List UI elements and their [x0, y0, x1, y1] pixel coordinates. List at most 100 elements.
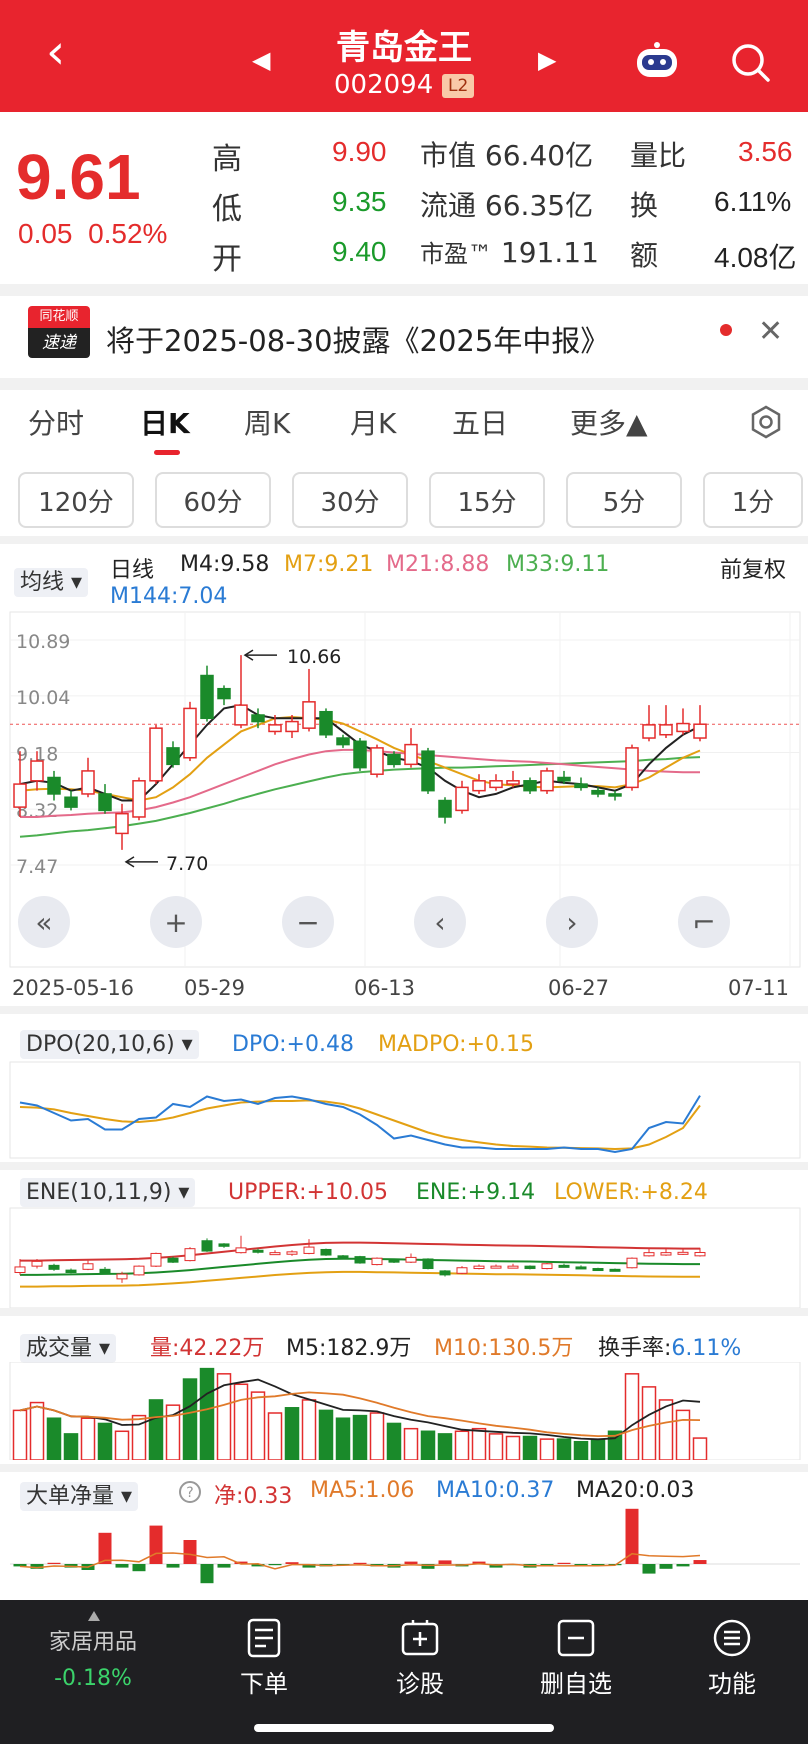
- change-value: 0.05: [18, 218, 73, 249]
- search-icon[interactable]: [728, 40, 774, 86]
- volume-selector[interactable]: 成交量 ▾: [20, 1330, 117, 1363]
- turnover-rate-value: 6.11%: [671, 1336, 742, 1361]
- expand-up-icon[interactable]: [88, 1606, 100, 1621]
- date-3: 06-13: [354, 976, 416, 1000]
- float-cap-label: 流通: [420, 189, 477, 222]
- volume-bar: [675, 1409, 691, 1460]
- candle-body: [523, 780, 537, 792]
- mini-candle: [99, 1268, 111, 1274]
- period-30min[interactable]: 30分: [292, 472, 408, 528]
- active-tab-indicator: [154, 450, 180, 455]
- low-label: 低: [212, 192, 242, 227]
- diagnose-label: 诊股: [396, 1670, 444, 1698]
- sector-name[interactable]: 家居用品: [18, 1624, 168, 1656]
- remove-watchlist-label: 删自选: [540, 1670, 612, 1698]
- chart-frame: [9, 1207, 801, 1309]
- bigorder-ma20: MA20:0.03: [576, 1478, 695, 1503]
- dpo-value: DPO:+0.48: [232, 1032, 354, 1057]
- date-2: 05-29: [184, 976, 246, 1000]
- candle-body: [489, 780, 503, 789]
- market-cap-label: 市值: [420, 139, 477, 172]
- mini-candle: [269, 1252, 281, 1256]
- tab-daily-k[interactable]: 日K: [140, 402, 190, 442]
- help-icon[interactable]: ?: [178, 1480, 202, 1504]
- tab-intraday[interactable]: 分时: [28, 402, 84, 442]
- candle-body: [183, 707, 197, 759]
- scroll-left-icon[interactable]: ‹: [414, 896, 466, 948]
- candle-body: [659, 724, 673, 736]
- line-type: 日线: [110, 558, 155, 583]
- tab-monthly-k[interactable]: 月K: [350, 402, 396, 442]
- ma7-label: M7:9.21: [284, 552, 374, 577]
- ma-selector[interactable]: 均线 ▾: [14, 564, 89, 597]
- fullscreen-icon[interactable]: ⌐: [678, 896, 730, 948]
- disclosure-notice[interactable]: 同花顺 速递 将于2025-08-30披露《2025年中报》 ✕: [0, 296, 808, 376]
- mini-candle: [371, 1257, 383, 1266]
- volume-value: 量:42.22万: [150, 1336, 265, 1361]
- volume-bar: [284, 1407, 300, 1460]
- mini-candle: [337, 1255, 349, 1259]
- period-60min[interactable]: 60分: [155, 472, 271, 528]
- functions-button[interactable]: 功能: [672, 1618, 792, 1699]
- period-15min[interactable]: 15分: [429, 472, 545, 528]
- scroll-right-icon[interactable]: ›: [546, 896, 598, 948]
- ma33-label: M33:9.11: [506, 552, 610, 577]
- candle-body: [251, 714, 265, 723]
- bigorder-bar: [132, 1564, 146, 1572]
- candle-body: [319, 710, 333, 736]
- volume-bar: [301, 1399, 317, 1460]
- next-stock-triangle-icon[interactable]: ▶: [538, 46, 556, 74]
- candle-body: [642, 724, 656, 739]
- mini-candle: [218, 1243, 230, 1247]
- period-5min[interactable]: 5分: [566, 472, 682, 528]
- bigorder-bar: [268, 1564, 282, 1566]
- volume-bar: [522, 1435, 538, 1460]
- volume-bar: [12, 1409, 28, 1460]
- ene-selector[interactable]: ENE(10,11,9) ▾: [20, 1178, 196, 1207]
- dpo-selector[interactable]: DPO(20,10,6) ▾: [20, 1030, 199, 1059]
- close-icon[interactable]: ✕: [758, 314, 783, 349]
- tab-weekly-k[interactable]: 周K: [244, 402, 290, 442]
- current-price: 9.61: [16, 141, 141, 213]
- candle-body: [693, 723, 707, 739]
- candle-body: [98, 793, 112, 812]
- candle-body: [591, 789, 605, 795]
- chart-frame: [9, 1061, 801, 1159]
- mini-candle: [201, 1240, 213, 1252]
- diagnose-button[interactable]: 诊股: [360, 1618, 480, 1699]
- turnover-rate: 换手率:6.11%: [598, 1330, 741, 1362]
- document-icon: [247, 1618, 281, 1658]
- turnover-value: 6.11%: [714, 186, 792, 217]
- volume-bar: [556, 1438, 572, 1460]
- divider: [0, 1006, 808, 1014]
- logo-top-text: 同花顺: [28, 306, 90, 328]
- ma4-label: M4:9.58: [180, 552, 270, 577]
- remove-watchlist-button[interactable]: 删自选: [516, 1618, 636, 1699]
- adjust-mode[interactable]: 前复权: [720, 552, 786, 584]
- zoom-out-icon[interactable]: −: [282, 896, 334, 948]
- zoom-in-icon[interactable]: +: [150, 896, 202, 948]
- mini-candle: [405, 1256, 417, 1263]
- pe-value: 191.11: [500, 236, 599, 269]
- volume-bar: [148, 1399, 164, 1460]
- tab-more[interactable]: 更多▲: [570, 402, 648, 442]
- period-1min[interactable]: 1分: [703, 472, 803, 528]
- mini-candle: [558, 1264, 570, 1268]
- order-button[interactable]: 下单: [204, 1618, 324, 1699]
- mini-candle: [320, 1248, 332, 1256]
- mini-candle: [609, 1268, 621, 1272]
- robot-icon[interactable]: [632, 40, 682, 80]
- prev-stock-triangle-icon[interactable]: ◀: [252, 46, 270, 74]
- tab-five-day[interactable]: 五日: [452, 402, 508, 442]
- volume-bar: [318, 1409, 334, 1460]
- ma-selector-label: 均线: [20, 570, 65, 595]
- mini-candle: [694, 1251, 706, 1257]
- fast-back-icon[interactable]: «: [18, 896, 70, 948]
- mini-candle: [65, 1269, 77, 1273]
- gear-icon[interactable]: [748, 404, 784, 440]
- candle-body: [302, 701, 316, 729]
- volume-bar: [454, 1430, 470, 1460]
- period-120min[interactable]: 120分: [18, 472, 134, 528]
- candle-body: [472, 780, 486, 792]
- mini-candle: [184, 1248, 196, 1262]
